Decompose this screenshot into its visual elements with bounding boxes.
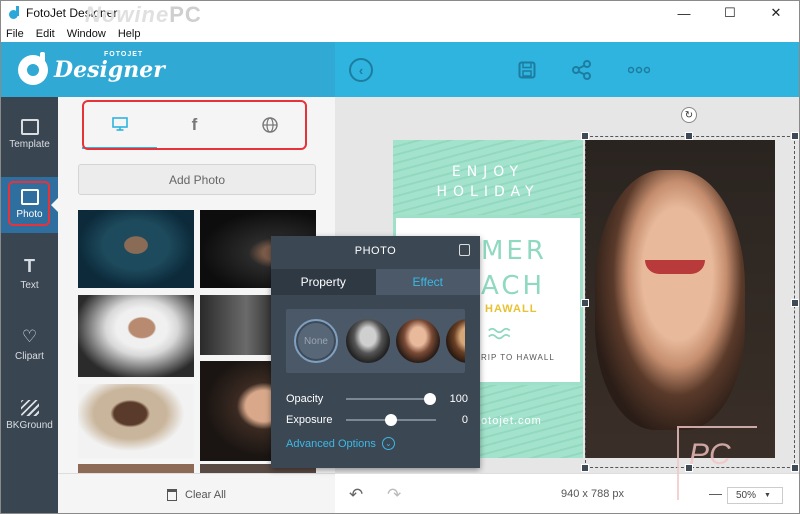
template-icon [20, 119, 39, 135]
filter-none[interactable]: None [294, 319, 338, 363]
photo-highlight-box [8, 181, 50, 226]
tabs-highlight-box [82, 100, 307, 150]
menu-bar: File Edit Window Help [1, 25, 799, 42]
undo-icon[interactable]: ↶ [349, 485, 363, 505]
canvas-dimensions: 940 x 788 px [561, 488, 624, 500]
filter-list: None [286, 309, 465, 373]
rotate-handle-icon[interactable]: ↻ [681, 107, 697, 123]
opacity-slider-knob[interactable] [424, 393, 436, 405]
design-headline-2: ACH [481, 271, 546, 301]
tab-effect[interactable]: Effect [375, 269, 480, 295]
design-trip-text: RIP TO HAWALL [481, 353, 555, 362]
selection-box [585, 136, 795, 468]
background-icon [20, 400, 39, 416]
photo-thumbnail[interactable] [78, 384, 194, 458]
menu-help[interactable]: Help [112, 28, 147, 40]
lock-icon[interactable] [459, 244, 470, 256]
resize-handle[interactable] [581, 464, 589, 472]
text-icon: T [24, 256, 35, 276]
popup-title: PHOTO [354, 244, 397, 257]
opacity-slider[interactable] [346, 393, 436, 405]
minimize-button[interactable]: — [661, 1, 707, 25]
add-photo-button[interactable]: Add Photo [78, 164, 316, 195]
header: Designer FOTOJET ‹ [1, 42, 799, 97]
title-bar: FotoJet Designer NowinePC — ☐ ✕ [1, 1, 799, 27]
resize-handle[interactable] [791, 299, 799, 307]
heart-icon: ♡ [21, 327, 38, 346]
tab-property[interactable]: Property [271, 269, 376, 295]
advanced-options-button[interactable]: Advanced Options ⌄ [286, 437, 395, 450]
filter-original[interactable] [396, 319, 440, 363]
save-icon[interactable] [515, 58, 539, 82]
app-window: FotoJet Designer NowinePC — ☐ ✕ File Edi… [0, 0, 800, 514]
trash-icon [167, 488, 178, 501]
exposure-slider[interactable] [346, 414, 436, 426]
menu-edit[interactable]: Edit [30, 28, 61, 40]
opacity-value: 100 [449, 393, 468, 405]
opacity-label: Opacity [286, 393, 324, 405]
logo-icon [18, 51, 48, 85]
logo-text: Designer [54, 56, 165, 83]
filter-warm[interactable] [446, 319, 465, 363]
wave-decoration-icon [488, 327, 511, 340]
filter-grayscale[interactable] [346, 319, 390, 363]
photo-thumbnail[interactable] [78, 210, 194, 288]
resize-handle[interactable] [581, 299, 589, 307]
sidebar-item-bkground[interactable]: BKGround [1, 388, 58, 444]
exposure-value: 0 [461, 414, 468, 426]
back-icon[interactable]: ‹ [349, 58, 373, 82]
design-text-enjoy: ENJOY [451, 164, 525, 180]
sidebar-item-template[interactable]: Template [1, 107, 58, 163]
design-subtitle: HAWALL [485, 303, 538, 315]
more-icon[interactable] [627, 58, 651, 82]
photo-thumbnail[interactable] [78, 295, 194, 377]
maximize-button[interactable]: ☐ [707, 1, 753, 25]
close-button[interactable]: ✕ [753, 1, 799, 25]
sidebar-item-text[interactable]: T Text [1, 247, 58, 303]
resize-handle[interactable] [581, 132, 589, 140]
sidebar-pointer [51, 198, 58, 212]
logo: Designer FOTOJET [1, 42, 335, 97]
opacity-slider-row: Opacity 100 [286, 392, 471, 406]
exposure-label: Exposure [286, 414, 333, 426]
resize-handle[interactable] [791, 132, 799, 140]
dropdown-arrow-icon: ▼ [764, 492, 771, 499]
exposure-slider-knob[interactable] [385, 414, 397, 426]
redo-icon[interactable]: ↷ [387, 485, 401, 505]
logo-small-text: FOTOJET [104, 50, 144, 58]
pc-watermark-logo: PC [677, 426, 757, 500]
clear-all-button[interactable]: Clear All [58, 473, 335, 513]
sidebar: Template Photo T Text ♡ Clipart BKGround [1, 97, 58, 513]
resize-handle[interactable] [791, 464, 799, 472]
share-icon[interactable] [570, 58, 594, 82]
app-icon [8, 6, 20, 20]
exposure-slider-row: Exposure 0 [286, 413, 471, 427]
design-headline-1: MER [481, 236, 547, 266]
photo-thumbnail[interactable] [78, 464, 194, 473]
design-url: fotojet.com [477, 415, 542, 427]
sidebar-item-clipart[interactable]: ♡ Clipart [1, 318, 58, 374]
menu-file[interactable]: File [1, 28, 30, 40]
design-text-holiday: HOLIDAY [436, 184, 540, 200]
photo-settings-popup: PHOTO Property Effect None Opacity 100 E… [271, 236, 480, 468]
resize-handle[interactable] [685, 132, 693, 140]
chevron-down-icon: ⌄ [381, 437, 395, 450]
menu-window[interactable]: Window [61, 28, 112, 40]
